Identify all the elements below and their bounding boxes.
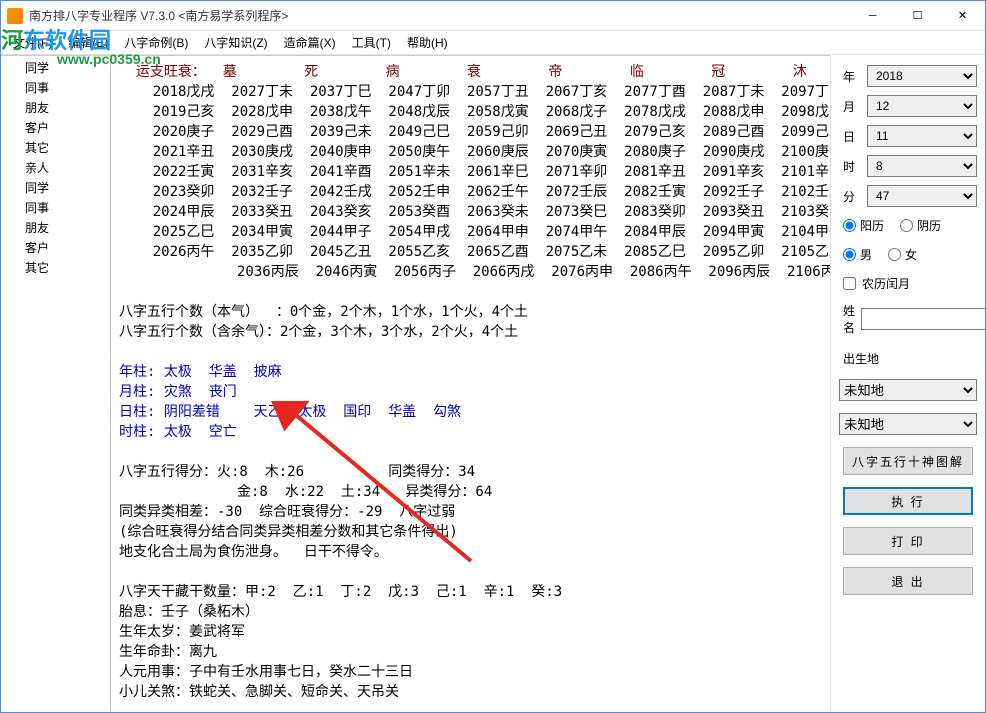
calendar-radio-group: 阳历 阴历	[839, 215, 977, 236]
month-label: 月	[839, 98, 859, 115]
sidebar-item[interactable]: 其它	[1, 258, 110, 278]
close-button[interactable]: ✕	[940, 1, 985, 30]
hour-select[interactable]: 8	[867, 155, 977, 177]
renyuan-row: 人元用事：子中有壬水用事七日，癸水二十三日	[119, 662, 822, 682]
sidebar: 同学 同事 朋友 客户 其它 亲人 同学 同事 朋友 客户 其它	[1, 55, 111, 712]
name-row: 姓名	[839, 302, 977, 336]
day-row: 日 11	[839, 125, 977, 147]
name-input[interactable]	[861, 308, 985, 330]
score-row: 八字五行得分：火:8 木:26 同类得分：34	[119, 462, 822, 482]
wuxing-count-2: 八字五行个数（含余气）：2个金，3个木，3个水，2个火，4个土	[119, 322, 822, 342]
print-button[interactable]: 打 印	[843, 527, 973, 555]
sidebar-item[interactable]: 同学	[1, 178, 110, 198]
year-row: 2025乙巳 2034甲寅 2044甲子 2054甲戌 2064甲申 2074甲…	[119, 222, 822, 242]
female-radio[interactable]: 女	[888, 246, 917, 263]
menu-tools[interactable]: 工具(T)	[344, 31, 399, 54]
minimize-button[interactable]: ─	[850, 1, 895, 30]
menubar: 河东软件园 www.pc0359.cn 文件(F) 编辑(E) 八字命例(B) …	[1, 31, 985, 55]
sidebar-item[interactable]: 同学	[1, 58, 110, 78]
name-label: 姓名	[843, 302, 855, 336]
app-window: 南方排八字专业程序 V7.3.0 <南方易学系列程序> ─ ☐ ✕ 河东软件园 …	[0, 0, 986, 713]
app-icon	[7, 8, 23, 24]
year-label: 年	[839, 68, 859, 85]
sidebar-item[interactable]: 客户	[1, 118, 110, 138]
tiangan-row: 八字天干藏干数量：甲:2 乙:1 丁:2 戊:3 己:1 辛:1 癸:3	[119, 582, 822, 602]
month-select[interactable]: 12	[867, 95, 977, 117]
gender-radio-group: 男 女	[839, 244, 977, 265]
minute-row: 分 47	[839, 185, 977, 207]
birthplace-select-2[interactable]: 未知地	[839, 413, 977, 435]
menu-edit[interactable]: 编辑(E)	[60, 31, 116, 54]
menu-knowledge[interactable]: 八字知识(Z)	[196, 31, 275, 54]
year-row: 2026丙午 2035乙卯 2045乙丑 2055乙亥 2065乙酉 2075乙…	[119, 242, 822, 262]
maximize-button[interactable]: ☐	[895, 1, 940, 30]
wuxing-count-1: 八字五行个数（本气） ：0个金，2个木，1个水，1个火，4个土	[119, 302, 822, 322]
content-area: 同学 同事 朋友 客户 其它 亲人 同学 同事 朋友 客户 其它 运支旺衰： 墓…	[1, 55, 985, 712]
menu-file[interactable]: 文件(F)	[5, 31, 60, 54]
menu-help[interactable]: 帮助(H)	[399, 31, 456, 54]
year-pillar: 年柱: 太极 华盖 披麻	[119, 362, 822, 382]
window-title: 南方排八字专业程序 V7.3.0 <南方易学系列程序>	[29, 7, 850, 24]
score-row: 金:8 水:22 土:34 异类得分：64	[119, 482, 822, 502]
sidebar-item[interactable]: 同事	[1, 198, 110, 218]
year-select[interactable]: 2018	[867, 65, 977, 87]
hour-label: 时	[839, 158, 859, 175]
year-row: 2024甲辰 2033癸丑 2043癸亥 2053癸酉 2063癸未 2073癸…	[119, 202, 822, 222]
minute-label: 分	[839, 188, 859, 205]
titlebar: 南方排八字专业程序 V7.3.0 <南方易学系列程序> ─ ☐ ✕	[1, 1, 985, 31]
exit-button[interactable]: 退 出	[843, 567, 973, 595]
sidebar-item[interactable]: 同事	[1, 78, 110, 98]
xiaoer-row: 小儿关煞：铁蛇关、急脚关、短命关、天吊关	[119, 682, 822, 702]
lunar-radio[interactable]: 阴历	[900, 217, 941, 234]
year-row: 2036丙辰 2046丙寅 2056丙子 2066丙戌 2076丙申 2086丙…	[119, 262, 822, 282]
header-row: 运支旺衰： 墓 死 病 衰 帝 临 冠 沐	[119, 62, 822, 82]
month-pillar: 月柱: 灾煞 丧门	[119, 382, 822, 402]
hour-pillar: 时柱: 太极 空亡	[119, 422, 822, 442]
sidebar-item[interactable]: 客户	[1, 238, 110, 258]
male-radio[interactable]: 男	[843, 246, 872, 263]
year-row: 2020庚子 2029己酉 2039己未 2049己巳 2059己卯 2069己…	[119, 122, 822, 142]
score-row: 地支化合土局为食伤泄身。 日干不得令。	[119, 542, 822, 562]
sidebar-item[interactable]: 朋友	[1, 98, 110, 118]
year-row: 2019己亥 2028戊申 2038戊午 2048戊辰 2058戊寅 2068戊…	[119, 102, 822, 122]
chart-button[interactable]: 八字五行十神图解	[843, 447, 973, 475]
menu-example[interactable]: 八字命例(B)	[116, 31, 196, 54]
leap-checkbox[interactable]	[843, 277, 856, 290]
birthplace-label: 出生地	[839, 348, 977, 369]
year-row: 2022壬寅 2031辛亥 2041辛酉 2051辛未 2061辛巳 2071辛…	[119, 162, 822, 182]
menu-fate[interactable]: 造命篇(X)	[276, 31, 344, 54]
sidebar-item[interactable]: 其它	[1, 138, 110, 158]
right-panel: 年 2018 月 12 日 11 时 8 分 47 阳历 阴历	[830, 55, 985, 712]
solar-radio[interactable]: 阳历	[843, 217, 884, 234]
taixi-row: 胎息：壬子（桑柘木）	[119, 602, 822, 622]
month-row: 月 12	[839, 95, 977, 117]
year-row: 2018戊戌 2027丁未 2037丁巳 2047丁卯 2057丁丑 2067丁…	[119, 82, 822, 102]
run-button[interactable]: 执 行	[843, 487, 973, 515]
day-select[interactable]: 11	[867, 125, 977, 147]
year-row: 2021辛丑 2030庚戌 2040庚申 2050庚午 2060庚辰 2070庚…	[119, 142, 822, 162]
score-row: (综合旺衰得分结合同类异类相差分数和其它条件得出)	[119, 522, 822, 542]
minute-select[interactable]: 47	[867, 185, 977, 207]
window-controls: ─ ☐ ✕	[850, 1, 985, 30]
day-pillar: 日柱: 阴阳差错 天乙 太极 国印 华盖 勾煞	[119, 402, 822, 422]
year-row: 2023癸卯 2032壬子 2042壬戌 2052壬申 2062壬午 2072壬…	[119, 182, 822, 202]
score-row: 同类异类相差：-30 综合旺衰得分：-29 八字过弱	[119, 502, 822, 522]
sidebar-item[interactable]: 朋友	[1, 218, 110, 238]
taisui-row: 生年太岁：姜武将军	[119, 622, 822, 642]
year-row: 年 2018	[839, 65, 977, 87]
birthplace-select-1[interactable]: 未知地	[839, 379, 977, 401]
leap-label: 农历闰月	[862, 275, 910, 292]
day-label: 日	[839, 128, 859, 145]
sidebar-item[interactable]: 亲人	[1, 158, 110, 178]
main-output: 运支旺衰： 墓 死 病 衰 帝 临 冠 沐 2018戊戌 2027丁未 2037…	[111, 55, 830, 712]
minggua-row: 生年命卦：离九	[119, 642, 822, 662]
hour-row: 时 8	[839, 155, 977, 177]
leap-month-check[interactable]: 农历闰月	[839, 273, 977, 294]
